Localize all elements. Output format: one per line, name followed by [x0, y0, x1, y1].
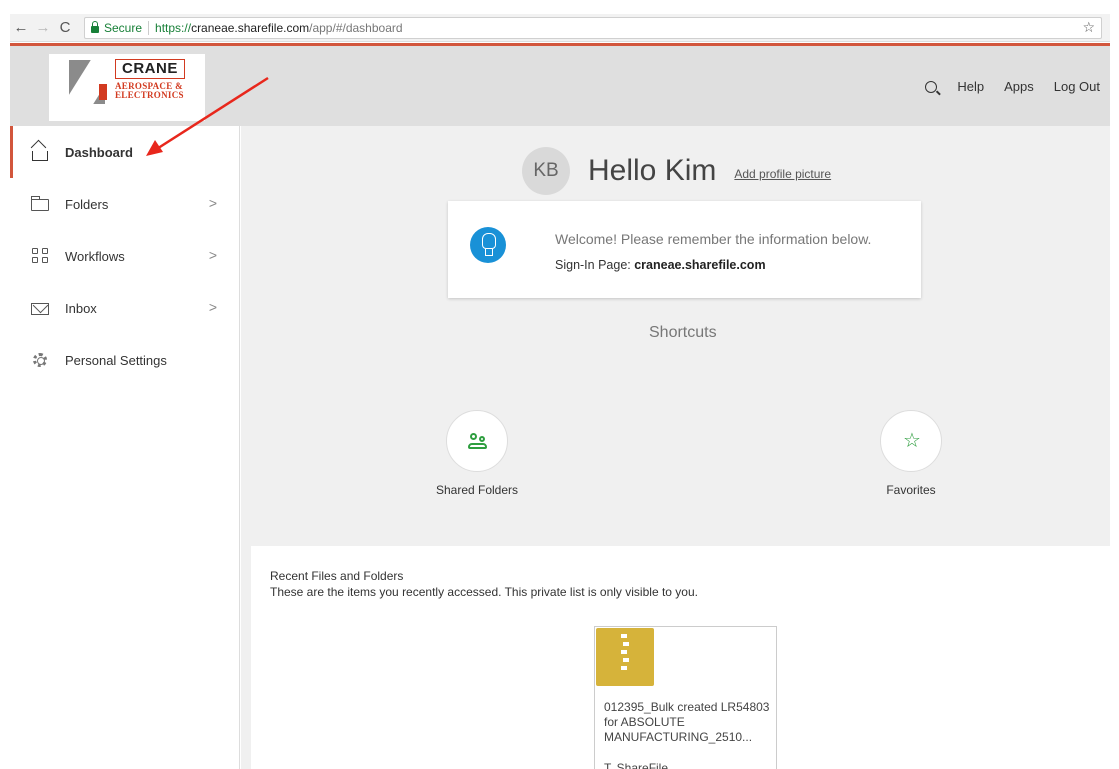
lightbulb-icon	[470, 227, 506, 263]
logout-link[interactable]: Log Out	[1054, 79, 1100, 94]
logo-name: CRANE	[115, 59, 185, 79]
add-profile-picture-link[interactable]: Add profile picture	[734, 167, 831, 181]
lock-icon	[91, 20, 99, 33]
chevron-right-icon: >	[208, 195, 217, 211]
file-owner: T. ShareFile	[604, 761, 669, 769]
avatar[interactable]: KB	[522, 147, 570, 195]
folder-icon	[30, 195, 50, 213]
address-bar[interactable]: Secure https:// craneae.sharefile.com /a…	[84, 16, 1102, 39]
sidebar-item-label: Inbox	[65, 300, 97, 316]
browser-toolbar: ← → C Secure https:// craneae.sharefile.…	[10, 14, 1110, 42]
url-scheme: https://	[155, 20, 192, 35]
logo-subtitle: AEROSPACE & ELECTRONICS	[115, 82, 184, 100]
dashboard-main: KB Hello Kim Add profile picture Welcome…	[241, 126, 1110, 769]
welcome-message: Welcome! Please remember the information…	[555, 231, 872, 247]
chevron-right-icon: >	[208, 299, 217, 315]
help-link[interactable]: Help	[957, 79, 984, 94]
forward-button[interactable]: →	[32, 17, 54, 39]
bookmark-star-icon[interactable]: ☆	[1082, 19, 1095, 36]
back-button[interactable]: ←	[10, 17, 32, 39]
app-header: CRANE AEROSPACE & ELECTRONICS Help Apps …	[10, 43, 1110, 126]
url-separator	[148, 20, 150, 35]
sidebar-item-inbox[interactable]: Inbox >	[10, 282, 239, 334]
crane-logo[interactable]: CRANE AEROSPACE & ELECTRONICS	[49, 54, 205, 121]
sidebar-item-workflows[interactable]: Workflows >	[10, 230, 239, 282]
shortcut-shared-folders[interactable]: Shared Folders	[417, 410, 537, 497]
crane-logo-accent	[99, 84, 107, 100]
search-icon[interactable]	[925, 80, 938, 93]
shortcut-favorites[interactable]: ☆ Favorites	[851, 410, 971, 497]
welcome-card: Welcome! Please remember the information…	[448, 201, 921, 298]
recent-heading: Recent Files and Folders	[270, 569, 404, 583]
gear-icon	[30, 351, 50, 369]
sidebar-item-dashboard[interactable]: Dashboard	[10, 126, 239, 178]
apps-link[interactable]: Apps	[1004, 79, 1034, 94]
sharefile-app: CRANE AEROSPACE & ELECTRONICS Help Apps …	[10, 43, 1110, 769]
signin-label: Sign-In Page:	[555, 258, 631, 272]
shortcut-label: Favorites	[886, 483, 936, 497]
chevron-right-icon: >	[208, 247, 217, 263]
star-icon: ☆	[903, 430, 921, 452]
reload-button[interactable]: C	[54, 17, 76, 39]
shortcut-circle[interactable]	[446, 410, 508, 472]
sidebar-item-label: Dashboard	[65, 144, 133, 160]
signin-info: Sign-In Page: craneae.sharefile.com	[555, 258, 766, 272]
logo-sub-line-2: ELECTRONICS	[115, 90, 184, 100]
shortcuts-heading: Shortcuts	[649, 324, 717, 341]
workflow-icon	[30, 247, 50, 265]
secure-label: Secure	[104, 20, 143, 35]
recent-file-card[interactable]: 012395_Bulk created LR54803 for ABSOLUTE…	[594, 626, 777, 769]
mail-icon	[30, 299, 50, 317]
greeting-row: KB Hello Kim Add profile picture	[522, 147, 831, 195]
shortcut-label: Shared Folders	[435, 483, 519, 497]
signin-url: craneae.sharefile.com	[634, 258, 766, 272]
url-path: /app/#/dashboard	[309, 20, 403, 35]
sidebar: Dashboard Folders > Workflows > Inbox > …	[10, 126, 240, 769]
sidebar-item-personal-settings[interactable]: Personal Settings	[10, 334, 239, 386]
home-icon	[30, 143, 50, 161]
people-icon	[468, 433, 488, 451]
recent-files-panel: Recent Files and Folders These are the i…	[251, 546, 1110, 769]
sidebar-item-label: Personal Settings	[65, 352, 167, 368]
page-title: Hello Kim	[588, 154, 717, 187]
zip-file-icon	[596, 628, 654, 686]
sidebar-item-label: Folders	[65, 196, 109, 212]
recent-description: These are the items you recently accesse…	[270, 585, 698, 599]
sidebar-item-folders[interactable]: Folders >	[10, 178, 239, 230]
url-host: craneae.sharefile.com	[191, 20, 310, 35]
header-actions: Help Apps Log Out	[925, 79, 1100, 94]
file-name[interactable]: 012395_Bulk created LR54803 for ABSOLUTE…	[604, 700, 774, 745]
shortcut-circle[interactable]: ☆	[880, 410, 942, 472]
sidebar-item-label: Workflows	[65, 248, 125, 264]
